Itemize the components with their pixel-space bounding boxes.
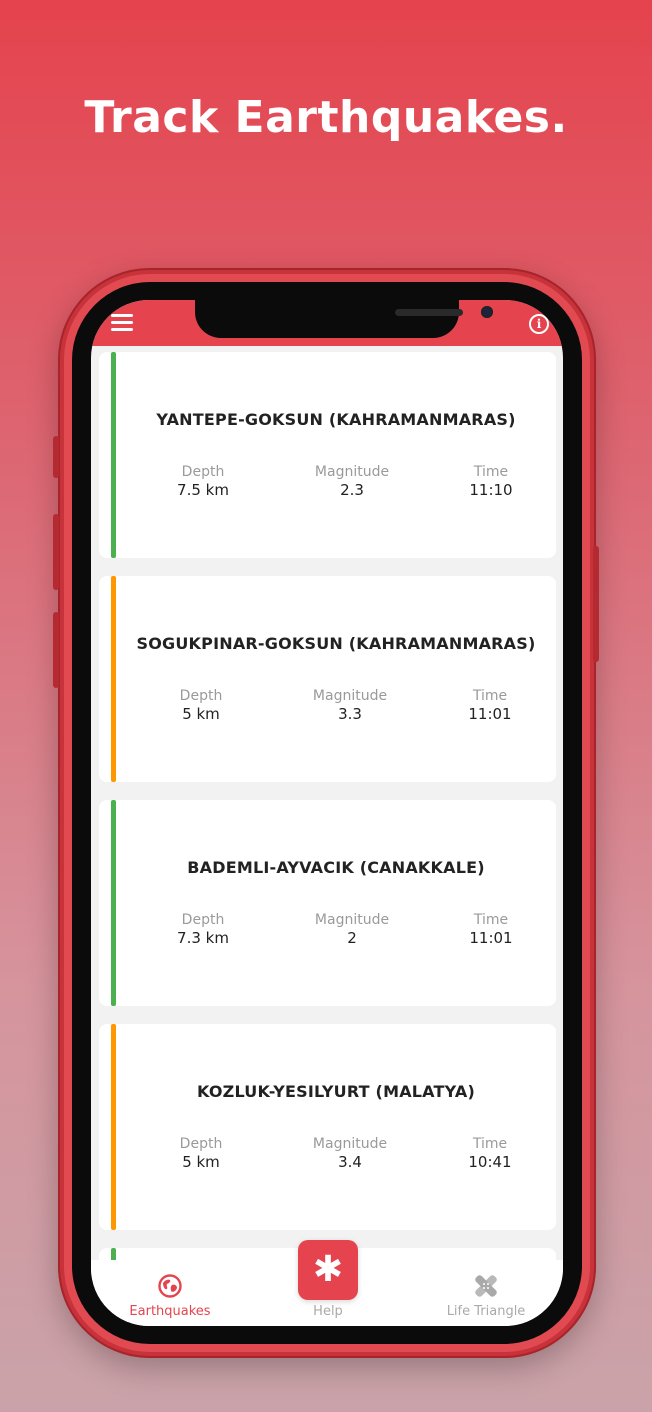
globe-icon [158, 1274, 182, 1298]
nav-earthquakes-label: Earthquakes [129, 1304, 211, 1319]
magnitude-label: Magnitude [312, 688, 388, 704]
magnitude-label: Magnitude [314, 464, 390, 480]
headline: Track Earthquakes. [84, 92, 568, 143]
earthquake-location: SOGUKPINAR-GOKSUN (KAHRAMANMARAS) [136, 634, 536, 653]
earthquake-location: BADEMLI-AYVACIK (CANAKKALE) [187, 858, 485, 877]
magnitude-value: 2 [347, 929, 357, 947]
time-stat: Time 11:01 [430, 688, 550, 723]
magnitude-level-stripe [111, 800, 116, 1006]
depth-value: 5 km [182, 705, 220, 723]
nav-life-triangle-label: Life Triangle [446, 1304, 526, 1319]
magnitude-stat: Magnitude 3.3 [290, 688, 410, 723]
magnitude-level-stripe [111, 576, 116, 782]
magnitude-label: Magnitude [312, 1136, 388, 1152]
time-value: 11:01 [469, 929, 513, 947]
app-screen: i YANTEPE-GOKSUN (KAHRAMANMARAS) Depth 7… [91, 300, 563, 1326]
phone-side-button [53, 514, 59, 590]
earthquake-card[interactable]: KOZLUK-YESILYURT (MALATYA) Depth 5 km Ma… [99, 1024, 556, 1230]
phone-notch [195, 300, 493, 338]
depth-label: Depth [179, 1136, 223, 1152]
magnitude-value: 2.3 [340, 481, 364, 499]
depth-stat: Depth 5 km [141, 1136, 261, 1171]
depth-value: 7.5 km [177, 481, 229, 499]
hamburger-menu-icon[interactable] [111, 314, 133, 332]
earthquake-list[interactable]: YANTEPE-GOKSUN (KAHRAMANMARAS) Depth 7.5… [91, 346, 563, 1260]
time-stat: Time 11:01 [431, 912, 551, 947]
time-label: Time [472, 688, 508, 704]
depth-stat: Depth 5 km [141, 688, 261, 723]
earthquake-card[interactable]: SOGUKPINAR-GOKSUN (KAHRAMANMARAS) Depth … [99, 576, 556, 782]
depth-value: 7.3 km [177, 929, 229, 947]
nav-life-triangle[interactable]: Life Triangle [416, 1260, 556, 1326]
bandage-icon [475, 1275, 497, 1297]
magnitude-level-stripe [111, 1024, 116, 1230]
depth-stat: Depth 7.3 km [143, 912, 263, 947]
magnitude-value: 3.4 [338, 1153, 362, 1171]
depth-label: Depth [181, 912, 225, 928]
time-label: Time [473, 912, 509, 928]
earthquake-card[interactable]: YANTEPE-GOKSUN (KAHRAMANMARAS) Depth 7.5… [99, 352, 556, 558]
time-label: Time [473, 464, 509, 480]
front-camera [481, 306, 493, 318]
depth-label: Depth [181, 464, 225, 480]
earthquake-location: KOZLUK-YESILYURT (MALATYA) [197, 1082, 475, 1101]
time-value: 11:01 [468, 705, 512, 723]
time-value: 11:10 [469, 481, 513, 499]
phone-side-button [53, 436, 59, 478]
magnitude-stat: Magnitude 2 [292, 912, 412, 947]
depth-value: 5 km [182, 1153, 220, 1171]
phone-side-button [53, 612, 59, 688]
time-label: Time [472, 1136, 508, 1152]
time-stat: Time 11:10 [431, 464, 551, 499]
phone-side-button [593, 546, 599, 662]
magnitude-stat: Magnitude 2.3 [292, 464, 412, 499]
magnitude-level-stripe [111, 1248, 116, 1260]
info-icon[interactable]: i [529, 314, 549, 334]
magnitude-stat: Magnitude 3.4 [290, 1136, 410, 1171]
depth-stat: Depth 7.5 km [143, 464, 263, 499]
magnitude-label: Magnitude [314, 912, 390, 928]
speaker-grille [395, 309, 463, 316]
time-stat: Time 10:41 [430, 1136, 550, 1171]
help-button[interactable]: ✱ [298, 1240, 358, 1300]
asterisk-icon: ✱ [312, 1249, 344, 1290]
depth-label: Depth [179, 688, 223, 704]
help-label: Help [313, 1304, 343, 1319]
nav-earthquakes[interactable]: Earthquakes [100, 1260, 240, 1326]
earthquake-card[interactable]: BADEMLI-AYVACIK (CANAKKALE) Depth 7.3 km… [99, 800, 556, 1006]
magnitude-value: 3.3 [338, 705, 362, 723]
earthquake-location: YANTEPE-GOKSUN (KAHRAMANMARAS) [156, 410, 516, 429]
time-value: 10:41 [468, 1153, 512, 1171]
magnitude-level-stripe [111, 352, 116, 558]
